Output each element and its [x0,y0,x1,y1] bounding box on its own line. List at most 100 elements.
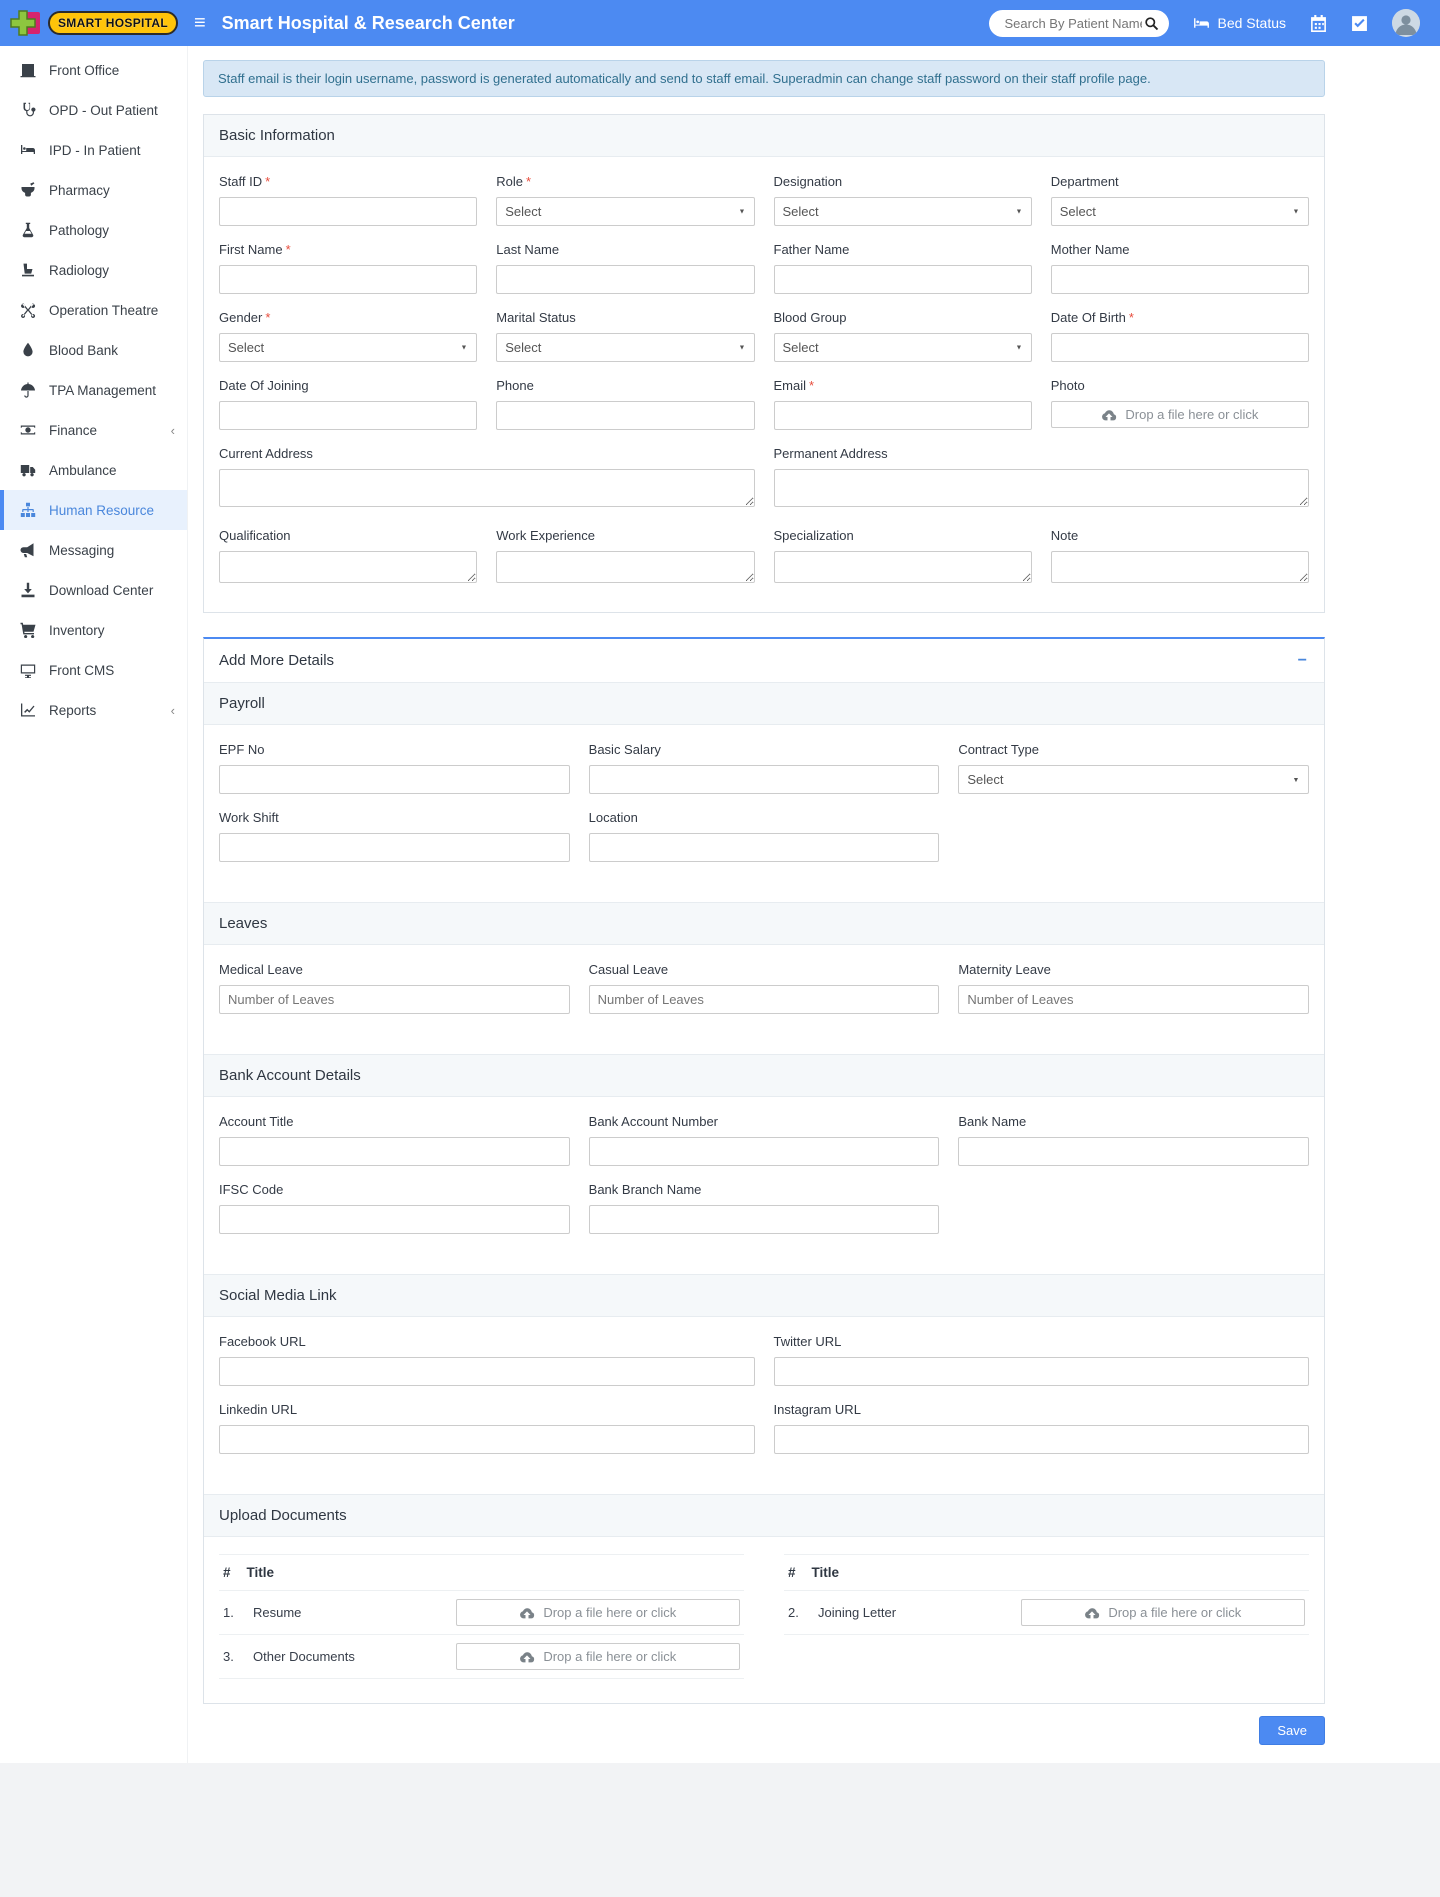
email-input[interactable] [774,401,1032,430]
app-logo[interactable]: SMART HOSPITAL [0,8,188,38]
sidebar-item-reports[interactable]: Reports‹ [0,690,187,730]
medical-leave-field: Medical Leave [219,962,570,1014]
basic-salary-label: Basic Salary [589,742,940,757]
sidebar-item-blood-bank[interactable]: Blood Bank [0,330,187,370]
qualification-field: Qualification [219,528,477,588]
sidebar-item-label: Finance [49,423,97,438]
sitemap-icon [19,502,36,518]
linkedin-url-input[interactable] [219,1425,755,1454]
specialization-textarea[interactable] [774,551,1032,583]
add-more-details-panel: Add More Details − PayrollEPF NoBasic Sa… [203,637,1325,1704]
sidebar-item-front-cms[interactable]: Front CMS [0,650,187,690]
twitter-url-label: Twitter URL [774,1334,1310,1349]
maternity-leave-input[interactable] [958,985,1309,1014]
marital-status-select[interactable]: Select [496,333,754,362]
photo-label: Photo [1051,378,1309,393]
contract-type-field: Contract TypeSelect▼ [958,742,1309,794]
sidebar-item-operation-theatre[interactable]: Operation Theatre [0,290,187,330]
basic-salary-input[interactable] [589,765,940,794]
search-icon[interactable] [1144,16,1159,31]
sidebar-item-tpa-management[interactable]: TPA Management [0,370,187,410]
basic-information-panel: Basic Information Staff ID*Role*Select▼D… [203,114,1325,613]
designation-select[interactable]: Select [774,197,1032,226]
hamburger-icon[interactable]: ≡ [194,13,206,33]
contract-type-select[interactable]: Select [958,765,1309,794]
bank-branch-name-input[interactable] [589,1205,940,1234]
sidebar: Front Office OPD - Out PatientIPD - In Pa… [0,46,188,1763]
date-of-birth-input[interactable] [1051,333,1309,362]
sidebar-item-messaging[interactable]: Messaging [0,530,187,570]
upload-document-row: 2.Joining LetterDrop a file here or clic… [784,1591,1309,1635]
search-input[interactable] [1003,15,1144,32]
first-name-input[interactable] [219,265,477,294]
epf-no-input[interactable] [219,765,570,794]
droplet-icon [19,342,36,358]
sidebar-item-label: Ambulance [49,463,117,478]
instagram-url-input[interactable] [774,1425,1310,1454]
ambulance-icon [19,462,36,478]
calendar-icon[interactable] [1310,15,1327,32]
sidebar-item-pharmacy[interactable]: Pharmacy [0,170,187,210]
sidebar-item-finance[interactable]: Finance‹ [0,410,187,450]
location-input[interactable] [589,833,940,862]
user-avatar[interactable] [1392,9,1420,37]
browser-icon [19,662,36,678]
date-of-joining-input[interactable] [219,401,477,430]
work-experience-textarea[interactable] [496,551,754,583]
photo-dropzone[interactable]: Drop a file here or click [1051,401,1309,428]
staff-id-input[interactable] [219,197,477,226]
ifsc-code-input[interactable] [219,1205,570,1234]
work-shift-input[interactable] [219,833,570,862]
document-number: 1. [223,1605,243,1620]
sidebar-item-front-office[interactable]: Front Office [0,50,187,90]
minus-icon[interactable]: − [1296,653,1309,669]
sidebar-item-label: Front Office [49,63,119,78]
sidebar-item-inventory[interactable]: Inventory [0,610,187,650]
photo-field: Photo Drop a file here or click [1051,378,1309,430]
account-title-input[interactable] [219,1137,570,1166]
bank-account-number-input[interactable] [589,1137,940,1166]
bed-status-button[interactable]: Bed Status [1193,15,1287,32]
department-select[interactable]: Select [1051,197,1309,226]
cloud-upload-icon [1101,407,1117,423]
resume-dropzone[interactable]: Drop a file here or click [456,1599,740,1626]
bank-name-field: Bank Name [958,1114,1309,1166]
sidebar-item-human-resource[interactable]: Human Resource [0,490,187,530]
sidebar-item-radiology[interactable]: Radiology [0,250,187,290]
bed-icon [19,142,36,158]
phone-input[interactable] [496,401,754,430]
required-asterisk: * [809,378,814,393]
facebook-url-field: Facebook URL [219,1334,755,1386]
bank-name-input[interactable] [958,1137,1309,1166]
gender-select[interactable]: Select [219,333,477,362]
sidebar-item-pathology[interactable]: Pathology [0,210,187,250]
dropzone-label: Drop a file here or click [543,1649,676,1664]
father-name-input[interactable] [774,265,1032,294]
save-button[interactable]: Save [1259,1716,1325,1745]
joining-letter-dropzone[interactable]: Drop a file here or click [1021,1599,1305,1626]
instagram-url-field: Instagram URL [774,1402,1310,1454]
sidebar-item-download-center[interactable]: Download Center [0,570,187,610]
mother-name-input[interactable] [1051,265,1309,294]
role-select[interactable]: Select [496,197,754,226]
bank-account-number-field: Bank Account Number [589,1114,940,1166]
medical-leave-input[interactable] [219,985,570,1014]
check-square-icon[interactable] [1351,15,1368,32]
document-title: Other Documents [253,1649,446,1664]
sidebar-item-opd-out-patient[interactable]: OPD - Out Patient [0,90,187,130]
note-textarea[interactable] [1051,551,1309,583]
permanent-address-textarea[interactable] [774,469,1310,507]
current-address-textarea[interactable] [219,469,755,507]
ifsc-code-field: IFSC Code [219,1182,570,1234]
sidebar-item-label: Download Center [49,583,153,598]
casual-leave-input[interactable] [589,985,940,1014]
sidebar-item-ambulance[interactable]: Ambulance [0,450,187,490]
other-documents-dropzone[interactable]: Drop a file here or click [456,1643,740,1670]
bank-name-label: Bank Name [958,1114,1309,1129]
qualification-textarea[interactable] [219,551,477,583]
twitter-url-input[interactable] [774,1357,1310,1386]
last-name-input[interactable] [496,265,754,294]
sidebar-item-ipd-in-patient[interactable]: IPD - In Patient [0,130,187,170]
facebook-url-input[interactable] [219,1357,755,1386]
blood-group-select[interactable]: Select [774,333,1032,362]
